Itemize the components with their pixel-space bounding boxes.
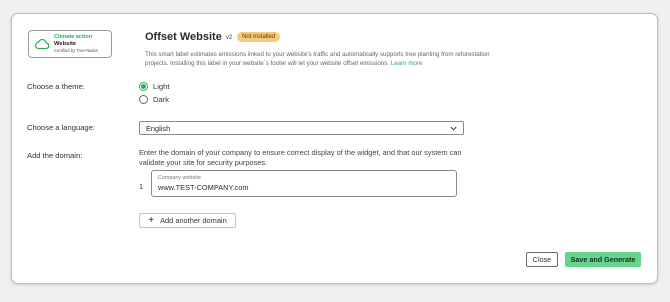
domain-label: Add the domain:	[27, 151, 83, 160]
widget-description: This smart label estimates emissions lin…	[145, 50, 490, 69]
company-website-field-label: Company website	[158, 175, 201, 181]
theme-option-dark-label: Dark	[153, 95, 170, 104]
language-selected-value: English	[146, 123, 171, 133]
language-label: Choose a language:	[27, 123, 95, 132]
radio-dark[interactable]	[139, 95, 148, 104]
cloud-icon	[34, 39, 50, 50]
theme-option-dark[interactable]: Dark	[139, 95, 169, 104]
learn-more-link[interactable]: Learn more	[391, 60, 423, 67]
company-website-field[interactable]: Company website	[151, 170, 457, 197]
version-label: v2	[225, 35, 233, 41]
theme-option-light-label: Light	[153, 82, 170, 91]
badge-line-certified: Certified by Tree-Nation	[54, 47, 99, 53]
offset-website-dialog: Climate action Website Certified by Tree…	[11, 13, 658, 284]
chevron-down-icon	[450, 126, 457, 131]
description-text: This smart label estimates emissions lin…	[145, 51, 490, 68]
language-select[interactable]: English	[139, 121, 464, 135]
add-another-domain-button[interactable]: + Add another domain	[139, 213, 236, 228]
theme-option-light[interactable]: Light	[139, 82, 169, 91]
add-another-domain-label: Add another domain	[160, 216, 227, 225]
plus-icon: +	[148, 214, 155, 226]
domain-row-index: 1	[139, 182, 144, 191]
theme-label: Choose a theme:	[27, 82, 85, 91]
radio-light[interactable]	[139, 82, 148, 91]
dialog-header: Offset Website v2 Not installed	[145, 31, 281, 43]
domain-hint-text: Enter the domain of your company to ensu…	[139, 148, 462, 167]
close-button[interactable]: Close	[526, 252, 558, 267]
status-badge: Not installed	[237, 32, 281, 42]
company-website-input[interactable]	[158, 183, 450, 192]
page-title: Offset Website	[145, 31, 222, 43]
badge-line-climate-action: Climate action	[54, 34, 93, 41]
badge-line-website: Website	[54, 40, 77, 47]
save-and-generate-button[interactable]: Save and Generate	[565, 252, 641, 267]
climate-action-badge-preview: Climate action Website Certified by Tree…	[28, 30, 112, 58]
